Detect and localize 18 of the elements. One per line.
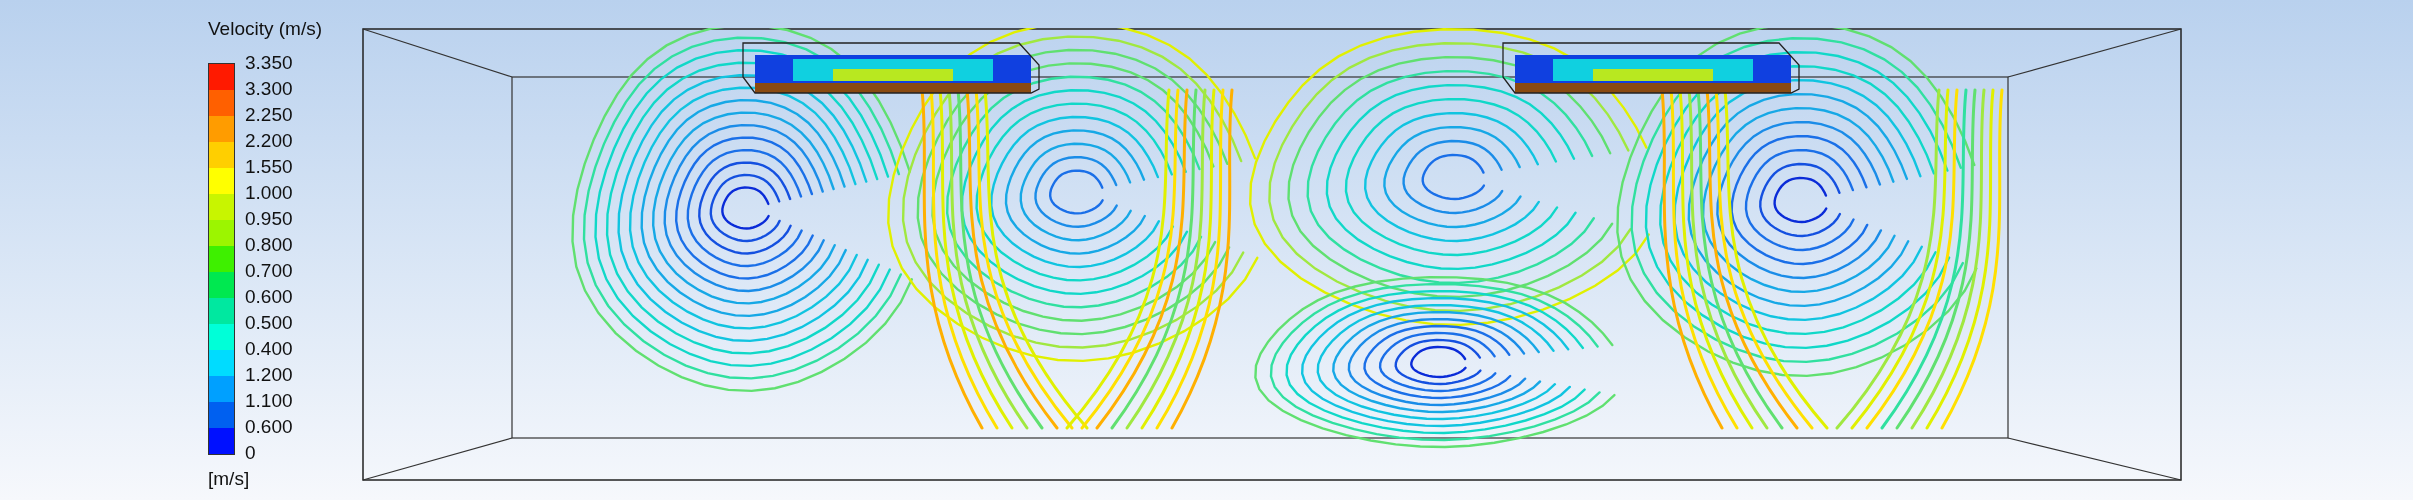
- tick-label: 2.250: [245, 103, 293, 127]
- tick-label: 0.800: [245, 233, 293, 257]
- tick-label: 1.000: [245, 181, 293, 205]
- tick-label: 0: [245, 441, 257, 465]
- tick-label: 1.550: [245, 155, 293, 179]
- tick-label: 0.500: [245, 311, 293, 335]
- tick-label: 3.300: [245, 77, 293, 101]
- unit-label: [m/s]: [208, 468, 251, 490]
- tick-label: 0.600: [245, 285, 293, 309]
- tick-label: 2.200: [245, 129, 293, 153]
- tick-label: 0.700: [245, 259, 293, 283]
- tick-label: 3.350: [245, 51, 293, 75]
- tick-label: 0.950: [245, 207, 293, 231]
- tick-label: 1.200: [245, 363, 293, 387]
- tick-label: 0.600: [245, 415, 293, 439]
- legend-title: Velocity (m/s): [208, 18, 324, 40]
- tick-label: 1.100: [245, 389, 293, 413]
- tick-label: 0.400: [245, 337, 293, 361]
